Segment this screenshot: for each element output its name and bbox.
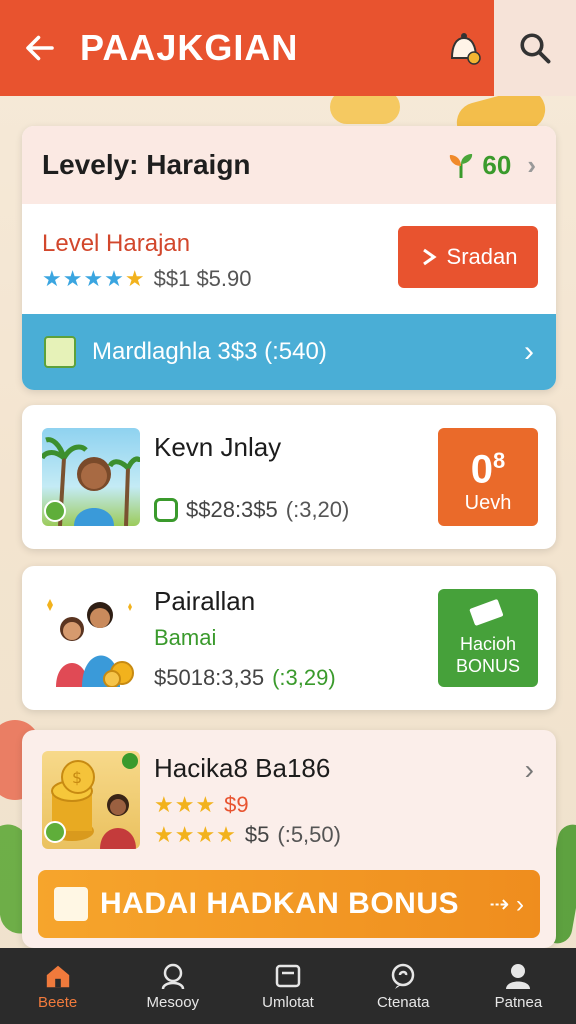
play-arrow-icon bbox=[422, 248, 437, 266]
level-price: $$1 $5.90 bbox=[153, 266, 252, 291]
item-info: Kevn Jnlay $$28:3$5 (:3,20) bbox=[140, 432, 438, 523]
notification-button[interactable] bbox=[434, 0, 494, 96]
couple-icon bbox=[47, 599, 134, 687]
coin-icon bbox=[44, 500, 66, 522]
nav-item-umlotat[interactable]: Umlotat bbox=[230, 948, 345, 1024]
item-price-line: $$28:3$5 (:3,20) bbox=[154, 497, 438, 523]
svg-text:$: $ bbox=[72, 768, 82, 787]
bonus-label: HADAI HADKAN BONUS bbox=[100, 887, 459, 920]
profile-icon bbox=[159, 962, 187, 990]
item-detail: (:3,29) bbox=[272, 664, 336, 690]
level-header[interactable]: Levely: Haraign 60 › bbox=[22, 126, 556, 204]
gift-box-icon bbox=[54, 887, 88, 921]
item-price: $$28:3$5 bbox=[186, 496, 278, 522]
nav-label: Ctenata bbox=[376, 993, 430, 1011]
nav-label: Umlotat bbox=[262, 993, 314, 1011]
level-badge: 60 › bbox=[446, 150, 536, 181]
nav-item-mesooy[interactable]: Mesooy bbox=[115, 948, 230, 1024]
level-badge-value: 60 bbox=[482, 149, 512, 180]
sprout-icon bbox=[450, 154, 473, 178]
bonus-button[interactable]: Hacioh BONUS bbox=[438, 589, 538, 687]
level-summary-card: Levely: Haraign 60 › Level Harajan ★★★★★… bbox=[22, 126, 556, 390]
top-app-bar: PAAJKGIAN bbox=[0, 0, 576, 96]
level-title: Levely: Haraign bbox=[42, 149, 251, 180]
item-name: Kevn Jnlay bbox=[154, 431, 282, 462]
avatar bbox=[42, 589, 140, 687]
sradan-label: Sradan bbox=[446, 244, 518, 269]
nav-label: Mesooy bbox=[146, 993, 200, 1011]
sradan-button[interactable]: Sradan bbox=[398, 226, 538, 288]
arrow-left-icon bbox=[26, 35, 54, 61]
user-icon bbox=[504, 962, 532, 990]
map-icon bbox=[44, 336, 76, 368]
list-item[interactable]: Pairallan Bamai $5018:3,35 (:3,29) Hacio… bbox=[22, 566, 556, 710]
star-rating: ★★★ bbox=[154, 791, 217, 817]
arrow-right-icon: ⇢ › bbox=[489, 890, 524, 918]
item-detail: (:5,50) bbox=[277, 821, 341, 847]
coin-icon bbox=[44, 821, 66, 843]
uevh-button[interactable]: 08 Uevh bbox=[438, 428, 538, 526]
nav-item-ctenata[interactable]: Ctenata bbox=[346, 948, 461, 1024]
wallet-icon bbox=[274, 962, 302, 990]
item-subtitle: Bamai bbox=[154, 624, 217, 650]
home-icon bbox=[44, 962, 72, 990]
bonus-banner-button[interactable]: HADAI HADKAN BONUS ⇢ › bbox=[38, 870, 540, 938]
nav-label: Beete bbox=[38, 993, 78, 1011]
list-item[interactable]: Kevn Jnlay $$28:3$5 (:3,20) 08 Uevh bbox=[22, 405, 556, 549]
bell-icon bbox=[450, 33, 481, 65]
chat-icon bbox=[389, 962, 417, 990]
chevron-right-icon: › bbox=[524, 335, 534, 368]
item-name: Hacika8 Ba186 bbox=[154, 752, 331, 783]
tile-label: Uevh bbox=[464, 491, 512, 514]
nav-item-beete[interactable]: Beete bbox=[0, 948, 115, 1024]
ticket-icon bbox=[469, 599, 503, 626]
star-rating: ★★★★★ bbox=[42, 266, 146, 291]
tile-number: 08 bbox=[470, 447, 506, 492]
chevron-right-icon: › bbox=[527, 149, 536, 180]
strip-text: Mardlaghla 3$3 (:540) bbox=[92, 338, 327, 365]
item-price-line: ★★★★ $5 (:5,50) bbox=[154, 822, 538, 848]
chevron-right-icon[interactable]: › bbox=[525, 754, 534, 786]
search-button[interactable] bbox=[494, 0, 576, 96]
bottom-navigation: Beete Mesooy Umlotat Ctenata Patnea bbox=[0, 948, 576, 1024]
page-title: PAAJKGIAN bbox=[80, 27, 299, 68]
item-price: $5018:3,35 bbox=[154, 664, 265, 690]
level-body: Level Harajan ★★★★★ $$1 $5.90 Sradan bbox=[22, 204, 556, 314]
avatar bbox=[42, 428, 140, 526]
item-info: Pairallan Bamai $5018:3,35 (:3,29) bbox=[140, 586, 438, 691]
back-button[interactable] bbox=[0, 0, 80, 96]
list-item[interactable]: $ Hacika8 Ba186 ★★★ $9 ★★★★ $5 (:5,50) ›… bbox=[22, 730, 556, 948]
avatar: $ bbox=[42, 751, 140, 849]
item-price: $5 bbox=[244, 821, 270, 847]
star-rating: ★★★★ bbox=[154, 821, 237, 847]
wallet-icon bbox=[154, 497, 178, 522]
mardlaghla-strip[interactable]: Mardlaghla 3$3 (:540) › bbox=[22, 314, 556, 390]
item-price-top: $9 bbox=[224, 791, 249, 817]
search-icon bbox=[520, 33, 551, 64]
item-info: Hacika8 Ba186 ★★★ $9 ★★★★ $5 (:5,50) bbox=[140, 753, 538, 848]
item-detail: (:3,20) bbox=[285, 496, 350, 522]
nav-label: Patnea bbox=[494, 993, 543, 1011]
item-price-line: $5018:3,35 (:3,29) bbox=[154, 665, 438, 691]
nav-item-patnea[interactable]: Patnea bbox=[461, 948, 576, 1024]
item-rating-line: ★★★ $9 bbox=[154, 792, 538, 818]
item-name: Pairallan bbox=[154, 585, 256, 616]
tile-label: Hacioh BONUS bbox=[455, 634, 520, 676]
